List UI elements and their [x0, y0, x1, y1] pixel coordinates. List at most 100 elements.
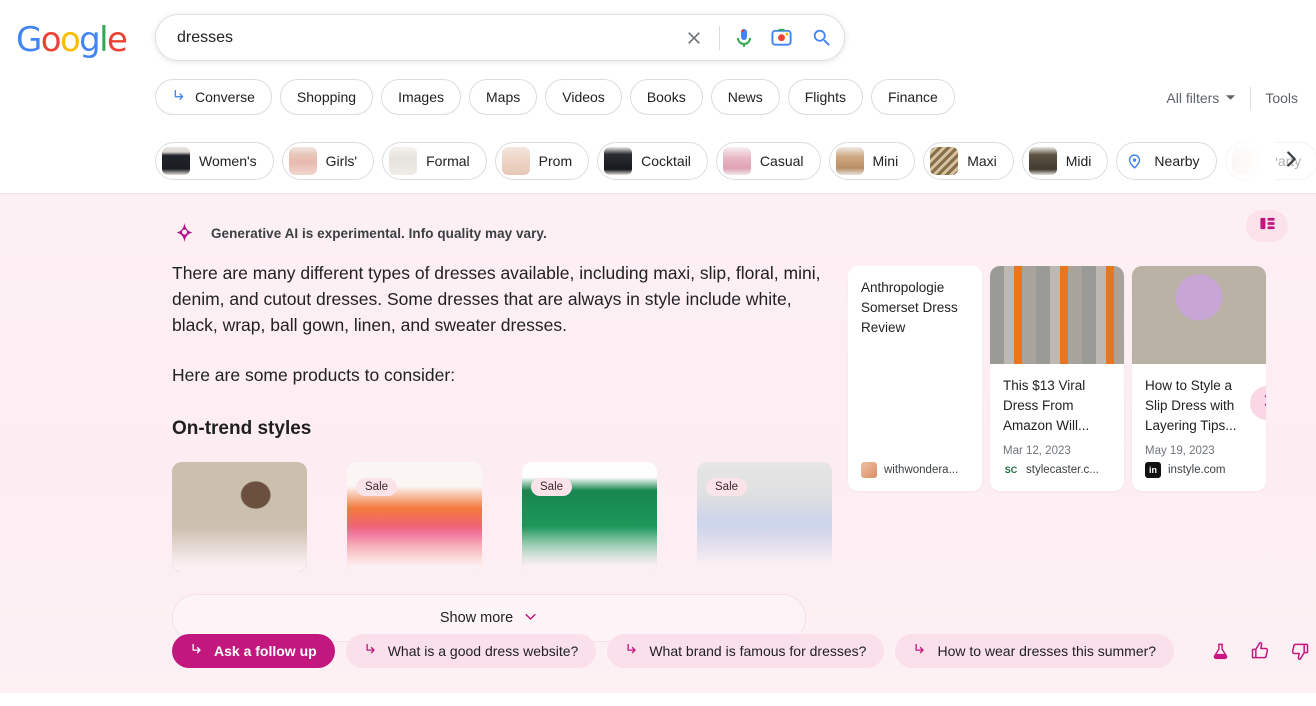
chip-nearby[interactable]: Nearby [1116, 142, 1217, 180]
tab-maps[interactable]: Maps [469, 79, 538, 115]
tools-button[interactable]: Tools [1265, 90, 1298, 106]
converse-arrow-icon [172, 88, 188, 107]
generative-ai-panel: Generative AI is experimental. Info qual… [0, 193, 1316, 693]
source-card-body: This $13 Viral Dress From Amazon Will...… [990, 364, 1124, 462]
chip-label: Girls' [325, 153, 358, 169]
chip-mini[interactable]: Mini [828, 142, 916, 180]
chip-next-button[interactable] [1276, 146, 1306, 176]
product-card-3[interactable]: Sale [522, 462, 657, 572]
chip-formal[interactable]: Formal [382, 142, 487, 180]
product-fade-4 [697, 526, 832, 572]
filter-chip-row: Women's Girls' Formal Prom Cocktail Casu… [155, 142, 1316, 180]
logo-letter-o1: o [40, 20, 62, 60]
tab-shopping[interactable]: Shopping [279, 79, 374, 115]
tab-books[interactable]: Books [629, 79, 703, 115]
suggestion-label: What brand is famous for dresses? [649, 643, 867, 659]
search-results-page: Google dresses Converse Shopping Images … [0, 0, 1316, 706]
suggestion-button-3[interactable]: How to wear dresses this summer? [895, 634, 1175, 668]
stylecaster-favicon: SC [1003, 462, 1019, 478]
chip-label: Formal [426, 153, 470, 169]
product-card-1[interactable] [172, 462, 307, 572]
source-domain: instyle.com [1168, 464, 1226, 476]
tab-videos[interactable]: Videos [545, 79, 622, 115]
chip-label: Maxi [967, 153, 997, 169]
chip-label: Cocktail [641, 153, 691, 169]
chip-girls[interactable]: Girls' [281, 142, 375, 180]
dress-white-thumb [389, 147, 418, 175]
ai-paragraph-2: Here are some products to consider: [172, 365, 456, 385]
layout-view-icon [1259, 215, 1276, 237]
chip-label: Midi [1065, 153, 1092, 169]
all-filters-button[interactable]: All filters [1166, 90, 1236, 106]
search-bar[interactable] [155, 14, 845, 61]
tab-label: News [727, 89, 763, 105]
tab-label: Maps [486, 89, 521, 105]
source-card-1[interactable]: Anthropologie Somerset Dress Review with… [848, 266, 982, 491]
logo-letter-o2: o [59, 20, 81, 60]
suggestion-button-2[interactable]: What brand is famous for dresses? [607, 634, 885, 668]
thumbs-up-icon[interactable] [1250, 641, 1270, 661]
source-card-2[interactable]: This $13 Viral Dress From Amazon Will...… [990, 266, 1124, 491]
suggestion-label: How to wear dresses this summer? [937, 643, 1157, 659]
chip-midi[interactable]: Midi [1021, 142, 1109, 180]
source-thumbnail-2 [990, 266, 1124, 364]
tab-finance[interactable]: Finance [870, 79, 955, 115]
source-card-3[interactable]: How to Style a Slip Dress with Layering … [1132, 266, 1266, 491]
chevron-right-icon [1280, 148, 1302, 175]
product-fade-1 [172, 526, 307, 572]
chip-womens[interactable]: Women's [155, 142, 274, 180]
chip-label: Prom [538, 153, 573, 169]
logo-letter-g: g [79, 20, 101, 60]
search-divider [719, 25, 720, 50]
source-domain: withwondera... [884, 464, 959, 476]
search-icon[interactable] [800, 19, 844, 57]
source-footer: SC stylecaster.c... [990, 462, 1124, 491]
tab-converse[interactable]: Converse [155, 79, 272, 115]
dress-pink-thumb [288, 147, 317, 175]
page-header: Google dresses Converse Shopping Images … [0, 0, 1316, 192]
search-input[interactable] [156, 28, 675, 47]
dress-black2-thumb [604, 147, 633, 175]
tab-label: Flights [804, 89, 846, 105]
sale-badge-3: Sale [531, 478, 573, 496]
view-toggle-button[interactable] [1246, 210, 1288, 242]
ai-paragraph-1: There are many different types of dresse… [172, 263, 821, 335]
ai-section-title: On-trend styles [172, 418, 312, 439]
show-more-label: Show more [439, 610, 514, 626]
suggestion-button-1[interactable]: What is a good dress website? [345, 634, 597, 668]
tab-flights[interactable]: Flights [787, 79, 863, 115]
source-date: Mar 12, 2023 [1003, 445, 1071, 457]
dress-blush-thumb [501, 147, 530, 175]
arrow-reply-icon [190, 642, 205, 660]
tab-label: Converse [195, 89, 255, 105]
chip-maxi[interactable]: Maxi [923, 142, 1014, 180]
product-card-2[interactable]: Sale [347, 462, 482, 572]
source-card-body: How to Style a Slip Dress with Layering … [1132, 364, 1266, 462]
microphone-icon[interactable] [726, 19, 762, 57]
google-logo[interactable]: Google [16, 20, 128, 60]
tab-images[interactable]: Images [381, 79, 462, 115]
follow-up-row: Ask a follow up What is a good dress web… [172, 634, 1310, 668]
lab-flask-icon[interactable] [1211, 642, 1230, 661]
dress-pinkfloral-thumb [722, 147, 751, 175]
chevron-down-icon [1225, 90, 1236, 106]
logo-letter-e: e [107, 20, 128, 60]
close-icon[interactable] [675, 19, 713, 57]
tab-label: Shopping [296, 89, 357, 105]
ask-follow-up-button[interactable]: Ask a follow up [172, 634, 335, 668]
chip-cocktail[interactable]: Cocktail [597, 142, 708, 180]
chip-prom[interactable]: Prom [494, 142, 590, 180]
sale-badge-4: Sale [706, 478, 748, 496]
product-card-4[interactable]: Sale [697, 462, 832, 572]
dress-olive-thumb [1028, 147, 1057, 175]
chip-casual[interactable]: Casual [715, 142, 821, 180]
tab-news[interactable]: News [710, 79, 780, 115]
controls-divider [1250, 87, 1252, 109]
google-lens-icon[interactable] [762, 19, 800, 57]
dress-black-thumb [162, 147, 190, 175]
thumbs-down-icon[interactable] [1290, 641, 1310, 661]
product-carousel: Sale Sale Sale [172, 462, 832, 572]
source-title: This $13 Viral Dress From Amazon Will... [1003, 378, 1090, 433]
suggestion-label: What is a good dress website? [387, 643, 579, 659]
source-footer: withwondera... [848, 462, 982, 491]
